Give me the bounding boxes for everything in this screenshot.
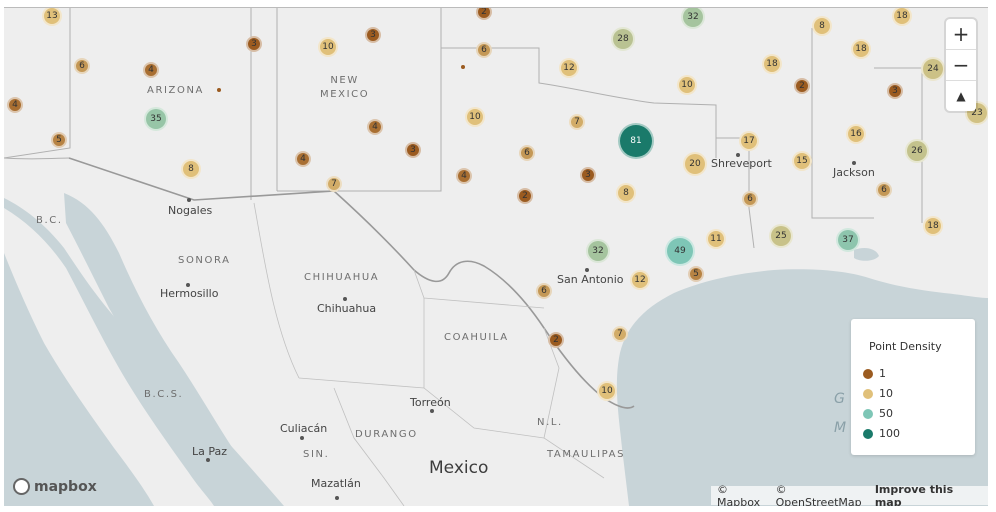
zoom-controls: + − ▲ [946,19,976,111]
map-cluster[interactable]: 2 [794,78,810,94]
map-cluster[interactable]: 28 [611,27,635,51]
map-cluster[interactable]: 7 [326,176,342,192]
map-cluster[interactable]: 7 [569,114,585,130]
point-marker[interactable] [217,88,221,92]
point-marker[interactable] [461,65,465,69]
map-cluster[interactable]: 6 [742,191,758,207]
map-cluster[interactable]: 81 [618,123,654,159]
map-frame[interactable]: ARIZONA NEW MEXICO SONORA CHIHUAHUA COAH… [4,7,988,506]
map-cluster[interactable]: 18 [892,8,912,26]
city-dot-culiacan [300,436,304,440]
map-cluster[interactable]: 24 [921,57,945,81]
map-cluster[interactable]: 20 [683,152,707,176]
map-cluster[interactable]: 12 [559,58,579,78]
city-dot-hermosillo [186,283,190,287]
legend-item-100: 100 [863,427,900,440]
legend-item-50: 50 [863,407,893,420]
legend-swatch-100 [863,428,873,439]
map-cluster[interactable]: 6 [476,42,492,58]
map-cluster[interactable]: 16 [846,124,866,144]
legend-label-10: 10 [879,387,893,400]
map-cluster[interactable]: 3 [887,83,903,99]
legend-swatch-10 [863,388,873,399]
basemap[interactable] [4,8,988,506]
map-cluster[interactable]: 2 [517,188,533,204]
attribution: © Mapbox © OpenStreetMap Improve this ma… [711,483,988,507]
city-dot-mazatlan [335,496,339,500]
map-cluster[interactable]: 11 [706,229,726,249]
map-cluster[interactable]: 25 [769,224,793,248]
map-cluster[interactable]: 3 [365,27,381,43]
mapbox-logo-text: mapbox [34,478,97,495]
legend-item-10: 10 [863,387,893,400]
map-cluster[interactable]: 4 [367,119,383,135]
map-cluster[interactable]: 7 [612,326,628,342]
map-cluster[interactable]: 2 [548,332,564,348]
compass-button[interactable]: ▲ [946,81,976,111]
attribution-osm-link[interactable]: © OpenStreetMap [776,483,871,507]
mapbox-logo[interactable]: mapbox [13,478,97,495]
map-cluster[interactable]: 10 [465,107,485,127]
map-cluster[interactable]: 17 [739,131,759,151]
map-cluster[interactable]: 4 [143,62,159,78]
map-cluster[interactable]: 37 [836,228,860,252]
city-dot-la-paz [206,458,210,462]
map-cluster[interactable]: 32 [586,239,610,263]
zoom-out-button[interactable]: − [946,50,976,81]
map-cluster[interactable]: 13 [42,8,62,26]
map-cluster[interactable]: 10 [597,381,617,401]
city-dot-san-antonio [585,268,589,272]
legend-item-1: 1 [863,367,886,380]
map-cluster[interactable]: 6 [74,58,90,74]
city-dot-jackson [852,161,856,165]
map-cluster[interactable]: 35 [144,107,168,131]
map-cluster[interactable]: 26 [905,139,929,163]
mapbox-logo-icon [13,478,30,495]
map-cluster[interactable]: 18 [923,216,943,236]
map-cluster[interactable]: 5 [51,132,67,148]
map-cluster[interactable]: 18 [851,39,871,59]
city-dot-chihuahua [343,297,347,301]
zoom-in-button[interactable]: + [946,19,976,50]
legend-swatch-1 [863,368,873,379]
legend-label-50: 50 [879,407,893,420]
compass-icon: ▲ [956,89,966,103]
map-cluster[interactable]: 5 [688,266,704,282]
map-cluster[interactable]: 18 [762,54,782,74]
map-cluster[interactable]: 8 [616,183,636,203]
map-cluster[interactable]: 6 [876,182,892,198]
map-cluster[interactable]: 3 [246,36,262,52]
map-cluster[interactable]: 3 [405,142,421,158]
legend-title: Point Density [869,340,942,353]
legend-swatch-50 [863,408,873,419]
map-cluster[interactable]: 49 [665,236,695,266]
city-dot-torreon [430,409,434,413]
map-cluster[interactable]: 10 [677,75,697,95]
legend: Point Density 1 10 50 100 [851,319,975,455]
map-cluster[interactable]: 6 [519,145,535,161]
legend-label-1: 1 [879,367,886,380]
map-cluster[interactable]: 8 [181,159,201,179]
map-cluster[interactable]: 15 [792,151,812,171]
improve-map-link[interactable]: Improve this map [875,483,978,507]
map-cluster[interactable]: 4 [295,151,311,167]
map-cluster[interactable]: 12 [630,270,650,290]
city-dot-shreveport [736,153,740,157]
map-cluster[interactable]: 6 [536,283,552,299]
attribution-mapbox-link[interactable]: © Mapbox [717,483,772,507]
map-cluster[interactable]: 4 [456,168,472,184]
map-cluster[interactable]: 3 [580,167,596,183]
legend-label-100: 100 [879,427,900,440]
map-cluster[interactable]: 8 [812,16,832,36]
city-dot-nogales [187,198,191,202]
map-cluster[interactable]: 10 [318,37,338,57]
map-cluster[interactable]: 4 [7,97,23,113]
